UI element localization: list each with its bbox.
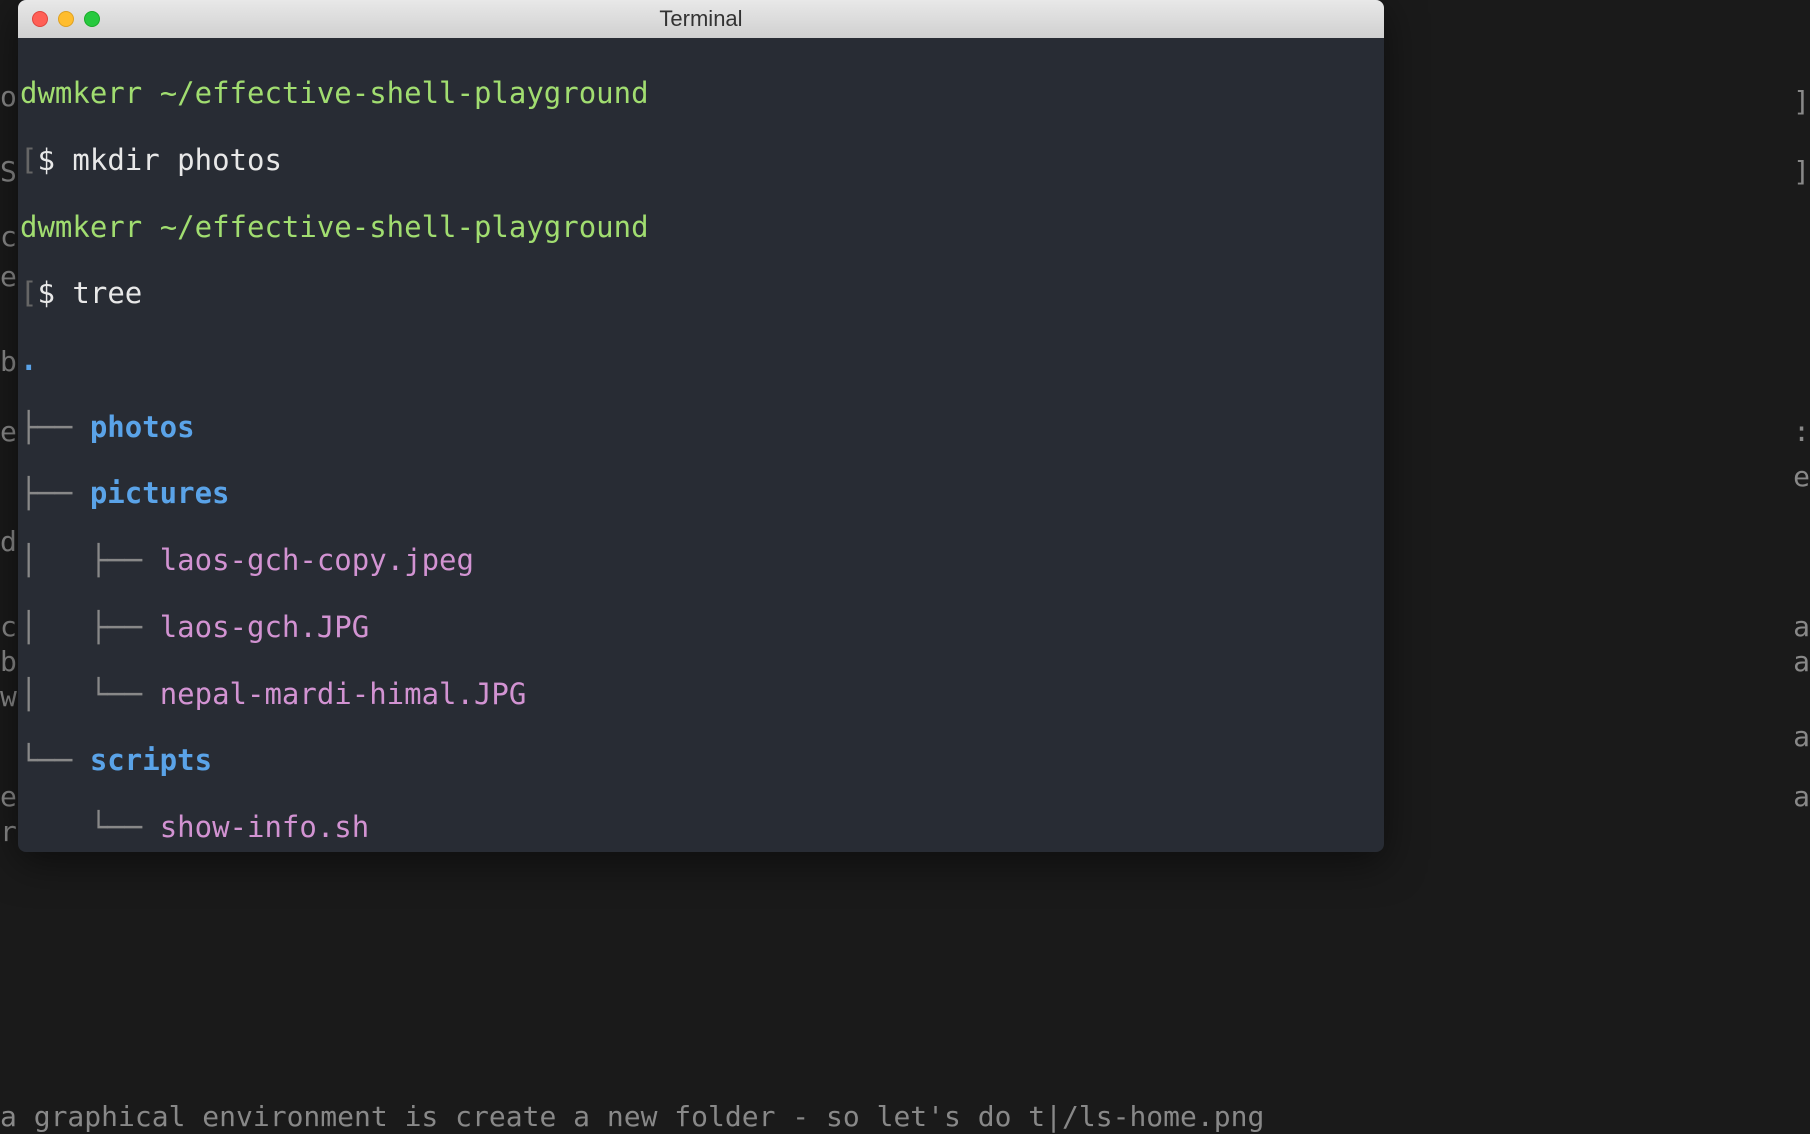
prompt-line: dwmkerr ~/effective-shell-playground: [20, 211, 1382, 244]
background-text: a: [1793, 610, 1810, 644]
prompt-symbol: $: [37, 143, 54, 177]
command-line: [$ mkdir photos: [20, 144, 1382, 177]
tree-prefix: ├──: [20, 476, 90, 510]
prompt-line: dwmkerr ~/effective-shell-playground: [20, 77, 1382, 110]
tree-prefix: │ ├──: [20, 543, 160, 577]
tree-line: │ ├── laos-gch.JPG: [20, 611, 1382, 644]
tree-prefix: └──: [20, 743, 90, 777]
background-text: r: [0, 815, 17, 849]
bracket-open: [: [20, 143, 37, 177]
command-line: [$ tree: [20, 277, 1382, 310]
background-text: c: [0, 220, 17, 254]
command-text: tree: [72, 276, 142, 310]
tree-line: │ ├── laos-gch-copy.jpeg: [20, 544, 1382, 577]
prompt-user: dwmkerr: [20, 76, 142, 110]
tree-prefix: └──: [20, 810, 160, 844]
tree-prefix: ├──: [20, 410, 90, 444]
background-text: a: [1793, 720, 1810, 754]
tree-root: .: [20, 344, 1382, 377]
window-title: Terminal: [30, 6, 1372, 32]
tree-line: └── show-info.sh: [20, 811, 1382, 844]
background-text: b: [0, 345, 17, 379]
tree-file: laos-gch-copy.jpeg: [160, 543, 474, 577]
tree-file: nepal-mardi-himal.JPG: [160, 677, 527, 711]
prompt-path: ~/effective-shell-playground: [160, 210, 649, 244]
minimize-button[interactable]: [58, 11, 74, 27]
background-text: :: [1793, 415, 1810, 449]
terminal-content[interactable]: dwmkerr ~/effective-shell-playground [$ …: [18, 38, 1384, 852]
terminal-window: Terminal dwmkerr ~/effective-shell-playg…: [18, 0, 1384, 852]
traffic-lights: [32, 11, 100, 27]
tree-prefix: │ ├──: [20, 610, 160, 644]
tree-dir: scripts: [90, 743, 212, 777]
background-text: a graphical environment is create a new …: [0, 1100, 1264, 1134]
tree-file: show-info.sh: [160, 810, 370, 844]
background-text: ]: [1793, 155, 1810, 189]
background-text: a: [1793, 780, 1810, 814]
background-text: e: [1793, 460, 1810, 494]
tree-line: ├── pictures: [20, 477, 1382, 510]
prompt-user: dwmkerr: [20, 210, 142, 244]
close-button[interactable]: [32, 11, 48, 27]
titlebar[interactable]: Terminal: [18, 0, 1384, 38]
tree-line: ├── photos: [20, 411, 1382, 444]
bracket-open: [: [20, 276, 37, 310]
tree-root-dot: .: [20, 343, 37, 377]
prompt-symbol: $: [37, 276, 54, 310]
prompt-path: ~/effective-shell-playground: [160, 76, 649, 110]
maximize-button[interactable]: [84, 11, 100, 27]
background-text: ]: [1793, 85, 1810, 119]
tree-file: laos-gch.JPG: [160, 610, 370, 644]
tree-dir: photos: [90, 410, 195, 444]
background-text: a: [1793, 645, 1810, 679]
command-text: mkdir photos: [72, 143, 282, 177]
background-text: e: [0, 780, 17, 814]
tree-prefix: │ └──: [20, 677, 160, 711]
tree-line: │ └── nepal-mardi-himal.JPG: [20, 678, 1382, 711]
tree-dir: pictures: [90, 476, 230, 510]
tree-line: └── scripts: [20, 744, 1382, 777]
